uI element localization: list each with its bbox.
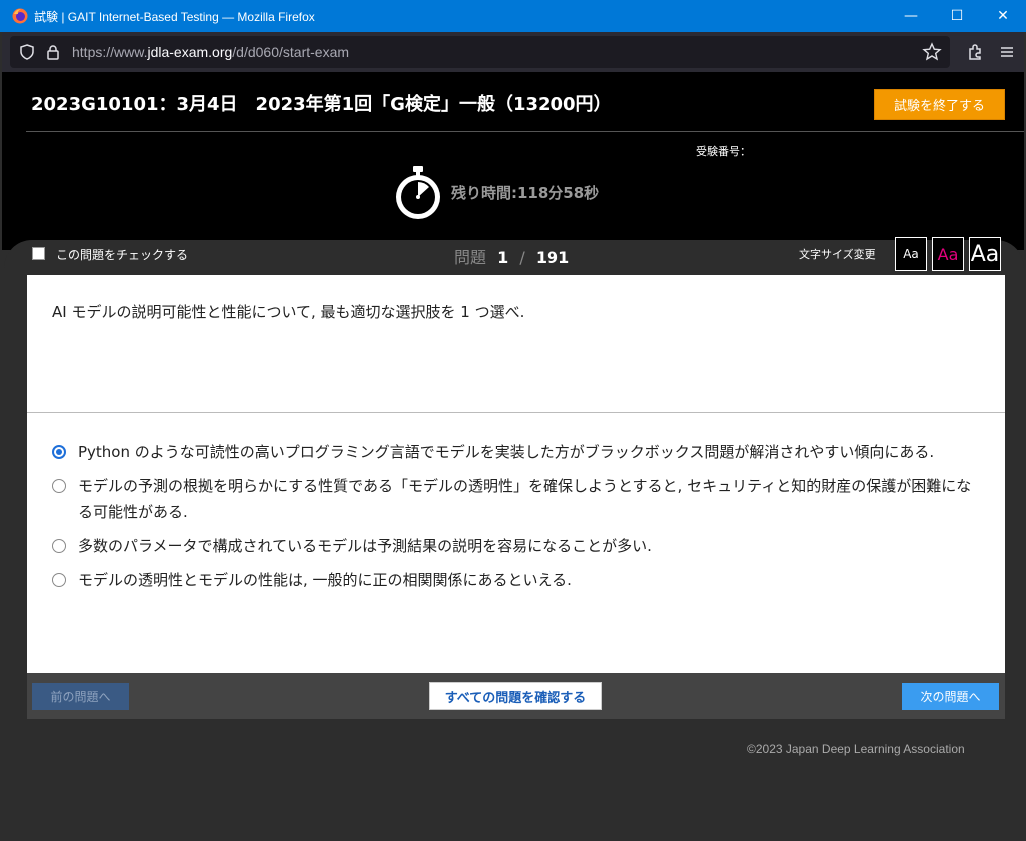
answer-option[interactable]: モデルの予測の根拠を明らかにする性質である「モデルの透明性」を確保しようとすると… (52, 473, 982, 525)
answer-option[interactable]: モデルの透明性とモデルの性能は, 一般的に正の相関関係にあるといえる. (52, 567, 982, 593)
bookmark-star-icon[interactable] (922, 42, 942, 62)
answer-option-text[interactable]: モデルの予測の根拠を明らかにする性質である「モデルの透明性」を確保しようとすると… (78, 477, 971, 521)
firefox-icon (12, 8, 28, 24)
font-size-medium-button[interactable]: Aa (932, 237, 964, 271)
radio-button[interactable] (52, 573, 66, 587)
answer-option-text[interactable]: Python のような可読性の高いプログラミング言語でモデルを実装した方がブラッ… (78, 443, 934, 461)
menu-icon[interactable] (998, 43, 1016, 61)
question-current: 1 (497, 248, 509, 267)
close-window-button[interactable]: ✕ (980, 0, 1026, 32)
browser-toolbar: https://www.jdla-exam.org/d/d060/start-e… (2, 32, 1024, 72)
answer-options: Python のような可読性の高いプログラミング言語でモデルを実装した方がブラッ… (52, 439, 982, 601)
navigation-bar: 前の問題へ すべての問題を確認する 次の問題へ (27, 673, 1005, 719)
exam-title: 2023G10101：3月4日 2023年第1回「G検定」一般（13200円） (31, 94, 612, 115)
window-title-bar: 試験 | GAIT Internet-Based Testing — Mozil… (0, 0, 1026, 32)
lock-icon[interactable] (44, 43, 62, 61)
next-question-button[interactable]: 次の問題へ (902, 683, 999, 710)
url-text[interactable]: https://www.jdla-exam.org/d/d060/start-e… (72, 44, 349, 60)
maximize-button[interactable]: ☐ (934, 0, 980, 32)
stopwatch-icon (396, 166, 440, 219)
shield-icon[interactable] (18, 43, 36, 61)
font-size-small-button[interactable]: Aa (895, 237, 927, 271)
radio-button[interactable] (52, 539, 66, 553)
minimize-button[interactable]: — (888, 0, 934, 32)
question-panel: AI モデルの説明可能性と性能について, 最も適切な選択肢を 1 つ選べ. Py… (27, 275, 1005, 673)
answer-option-text[interactable]: モデルの透明性とモデルの性能は, 一般的に正の相関関係にあるといえる. (78, 571, 572, 589)
previous-question-button[interactable]: 前の問題へ (32, 683, 129, 710)
font-size-label: 文字サイズ変更 (799, 248, 876, 261)
answer-option[interactable]: Python のような可読性の高いプログラミング言語でモデルを実装した方がブラッ… (52, 439, 982, 465)
question-separator: / (519, 248, 525, 267)
extensions-icon[interactable] (966, 43, 984, 61)
answer-option-text[interactable]: 多数のパラメータで構成されているモデルは予測結果の説明を容易になることが多い. (78, 537, 652, 555)
question-total: 191 (535, 248, 570, 267)
candidate-number-label: 受験番号： (696, 145, 751, 158)
radio-button[interactable] (52, 479, 66, 493)
radio-button-selected[interactable] (52, 445, 66, 459)
check-question-label[interactable]: この問題をチェックする (56, 246, 188, 263)
answer-option[interactable]: 多数のパラメータで構成されているモデルは予測結果の説明を容易になることが多い. (52, 533, 982, 559)
remaining-time: 残り時間:118分58秒 (451, 184, 600, 202)
header-divider (26, 131, 1024, 132)
window-title: 試験 | GAIT Internet-Based Testing — Mozil… (34, 9, 315, 24)
end-exam-button[interactable]: 試験を終了する (874, 89, 1005, 120)
address-bar[interactable]: https://www.jdla-exam.org/d/d060/start-e… (10, 36, 950, 68)
copyright-text: ©2023 Japan Deep Learning Association (747, 742, 965, 756)
exam-page: 2023G10101：3月4日 2023年第1回「G検定」一般（13200円） … (2, 72, 1024, 841)
font-size-large-button[interactable]: Aa (969, 237, 1001, 271)
review-all-questions-button[interactable]: すべての問題を確認する (429, 682, 602, 710)
question-text: AI モデルの説明可能性と性能について, 最も適切な選択肢を 1 つ選べ. (52, 303, 525, 321)
question-divider (27, 412, 1005, 413)
question-counter-label: 問題 (454, 248, 487, 267)
check-question-checkbox[interactable] (32, 247, 45, 260)
question-counter: 問題 1 / 191 (454, 244, 569, 268)
